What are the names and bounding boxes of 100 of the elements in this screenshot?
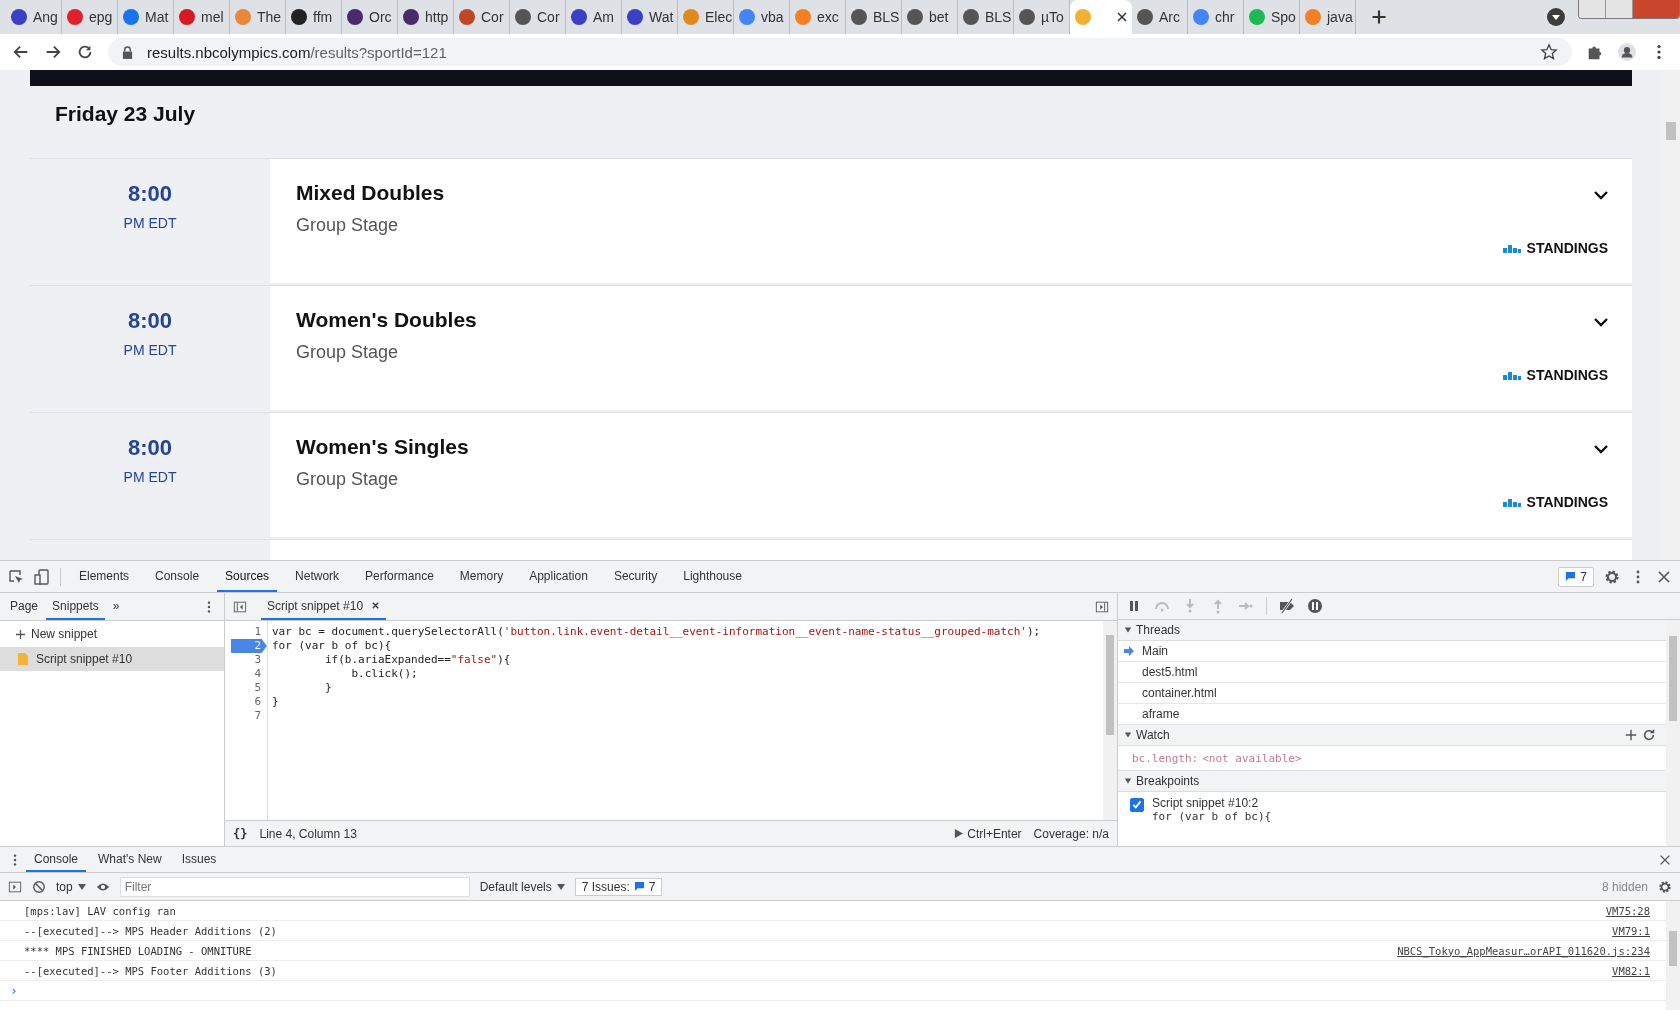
- console-message: [mps:lav] LAV config ran: [24, 904, 176, 917]
- navigator-tab[interactable]: Page: [4, 593, 45, 620]
- source-link[interactable]: VM82:1: [1612, 964, 1650, 977]
- clear-icon[interactable]: [32, 879, 46, 894]
- line-number[interactable]: 5: [250, 681, 267, 695]
- settings-icon[interactable]: [1658, 879, 1672, 894]
- filter-field[interactable]: Filter: [119, 876, 470, 897]
- bar-chart-icon: [1502, 243, 1521, 253]
- plus-icon: [16, 629, 25, 639]
- profile-icon[interactable]: [1618, 43, 1636, 61]
- source-link[interactable]: NBCS_Tokyo_AppMeasur…orAPI_011620.js:234: [1397, 944, 1650, 957]
- devtools-tab[interactable]: Lighthouse: [675, 561, 750, 592]
- dropdown-icon[interactable]: [1546, 7, 1566, 27]
- pause-exceptions-icon[interactable]: [1307, 598, 1323, 614]
- file-icon: [18, 653, 28, 665]
- triangle-down-icon[interactable]: [1124, 731, 1132, 739]
- caret-icon: [77, 883, 86, 890]
- run-button[interactable]: Ctrl+Enter: [954, 826, 1022, 841]
- source-link[interactable]: VM75:28: [1605, 904, 1650, 917]
- devtools-tab[interactable]: Elements: [71, 561, 138, 592]
- issues-button[interactable]: 7: [1558, 566, 1594, 587]
- bar-chart-icon: [1502, 370, 1521, 380]
- standings-link[interactable]: STANDINGS: [1526, 494, 1608, 510]
- sidebar-toggle-icon[interactable]: [8, 879, 22, 894]
- line-number[interactable]: 6: [250, 695, 267, 709]
- close-icon[interactable]: [1117, 12, 1127, 22]
- line-number[interactable]: 3: [250, 653, 267, 667]
- code-line: var bc = document.querySelectorAll('button.link.event-detail__event-information__event-name-status__grouped-match');: [272, 625, 1041, 638]
- event-stage: Group Stage: [296, 215, 400, 236]
- console-message: --[executed]--> MPS Footer Additions (3): [24, 964, 277, 977]
- cursor-position: Line 4, Column 13: [259, 826, 357, 841]
- sidebar-toggle-icon[interactable]: [233, 599, 247, 614]
- close-icon[interactable]: [1656, 568, 1672, 585]
- chevron-down-icon[interactable]: [1594, 318, 1608, 327]
- reload-icon[interactable]: [76, 43, 94, 61]
- breakpoint-checkbox[interactable]: [1130, 798, 1144, 812]
- refresh-icon[interactable]: [1642, 728, 1656, 742]
- section-title[interactable]: Breakpoints: [1136, 774, 1200, 788]
- event-stage: Group Stage: [296, 342, 400, 363]
- format-button[interactable]: {}: [233, 826, 248, 841]
- context-dropdown[interactable]: top: [56, 879, 86, 894]
- devtools-tab[interactable]: Application: [521, 561, 596, 592]
- chevron-down-icon[interactable]: [1594, 191, 1608, 200]
- new-snippet-button[interactable]: New snippet: [0, 621, 224, 647]
- close-icon[interactable]: [371, 601, 381, 610]
- devtools-tab[interactable]: Performance: [357, 561, 442, 592]
- settings-icon[interactable]: [1604, 568, 1620, 585]
- triangle-down-icon[interactable]: [1124, 626, 1132, 634]
- window-controls[interactable]: [1578, 0, 1680, 19]
- sidebar-toggle-icon[interactable]: [1095, 599, 1109, 614]
- triangle-down-icon[interactable]: [1124, 777, 1132, 785]
- event-name: Women's Doubles: [296, 308, 477, 332]
- time-zone: PM EDT: [123, 342, 177, 358]
- star-icon[interactable]: [1540, 43, 1558, 61]
- breakpoint-location: Script snippet #10:2: [1152, 796, 1260, 810]
- code-line: if(b.ariaExpanded=="false"){: [323, 653, 511, 666]
- event-stage: Group Stage: [296, 469, 400, 490]
- event-name: Mixed Doubles: [296, 181, 445, 205]
- drawer-tab[interactable]: What's New: [90, 847, 170, 872]
- hidden-count: 8 hidden: [1601, 879, 1648, 894]
- issues-button[interactable]: 7 Issues: 7: [574, 877, 663, 896]
- devtools-tab[interactable]: Memory: [451, 561, 512, 592]
- message-icon: [633, 881, 645, 892]
- event-time: 8:00: [127, 181, 172, 207]
- drawer-tab[interactable]: Issues: [173, 847, 225, 872]
- devtools-tab[interactable]: Network: [287, 561, 348, 592]
- inspect-icon[interactable]: [8, 568, 24, 585]
- section-title[interactable]: Watch: [1136, 728, 1170, 742]
- device-icon[interactable]: [34, 568, 50, 585]
- levels-dropdown[interactable]: Default levels: [479, 879, 565, 894]
- source-link[interactable]: VM79:1: [1612, 924, 1650, 937]
- forward-arrow-icon[interactable]: [44, 43, 62, 61]
- back-arrow-icon[interactable]: [12, 43, 30, 61]
- section-title[interactable]: Threads: [1136, 623, 1181, 637]
- standings-link[interactable]: STANDINGS: [1526, 367, 1608, 383]
- caret-icon: [556, 883, 565, 890]
- snippet-item[interactable]: Script snippet #10: [0, 647, 224, 671]
- console-prompt[interactable]: ›: [10, 983, 18, 998]
- scrollbar[interactable]: [1103, 621, 1117, 820]
- scrollbar[interactable]: [1666, 620, 1680, 846]
- devtools-tab[interactable]: Console: [147, 561, 208, 592]
- line-number[interactable]: 2: [231, 639, 267, 653]
- line-number[interactable]: 7: [250, 709, 267, 723]
- event-time: 8:00: [127, 308, 172, 334]
- chevron-down-icon[interactable]: [1594, 445, 1608, 454]
- address-bar[interactable]: results.nbcolympics.com/results?sportId=121: [108, 38, 1572, 66]
- coverage-status: Coverage: n/a: [1033, 826, 1109, 841]
- line-number[interactable]: 4: [250, 667, 267, 681]
- devtools-tab[interactable]: Security: [605, 561, 666, 592]
- code-line: }: [323, 681, 332, 694]
- line-number[interactable]: 1: [250, 625, 267, 639]
- standings-link[interactable]: STANDINGS: [1526, 240, 1608, 256]
- breakpoint-code: for (var b of bc){: [1152, 810, 1272, 823]
- scrollbar[interactable]: [1666, 901, 1680, 1010]
- date-heading: Friday 23 July: [54, 101, 197, 127]
- play-icon: [954, 829, 964, 838]
- more-tabs-button[interactable]: »: [106, 593, 126, 620]
- lock-icon: [122, 45, 133, 59]
- navigator-tab[interactable]: Snippets: [46, 593, 105, 620]
- deactivate-breakpoints-icon[interactable]: [1279, 598, 1295, 614]
